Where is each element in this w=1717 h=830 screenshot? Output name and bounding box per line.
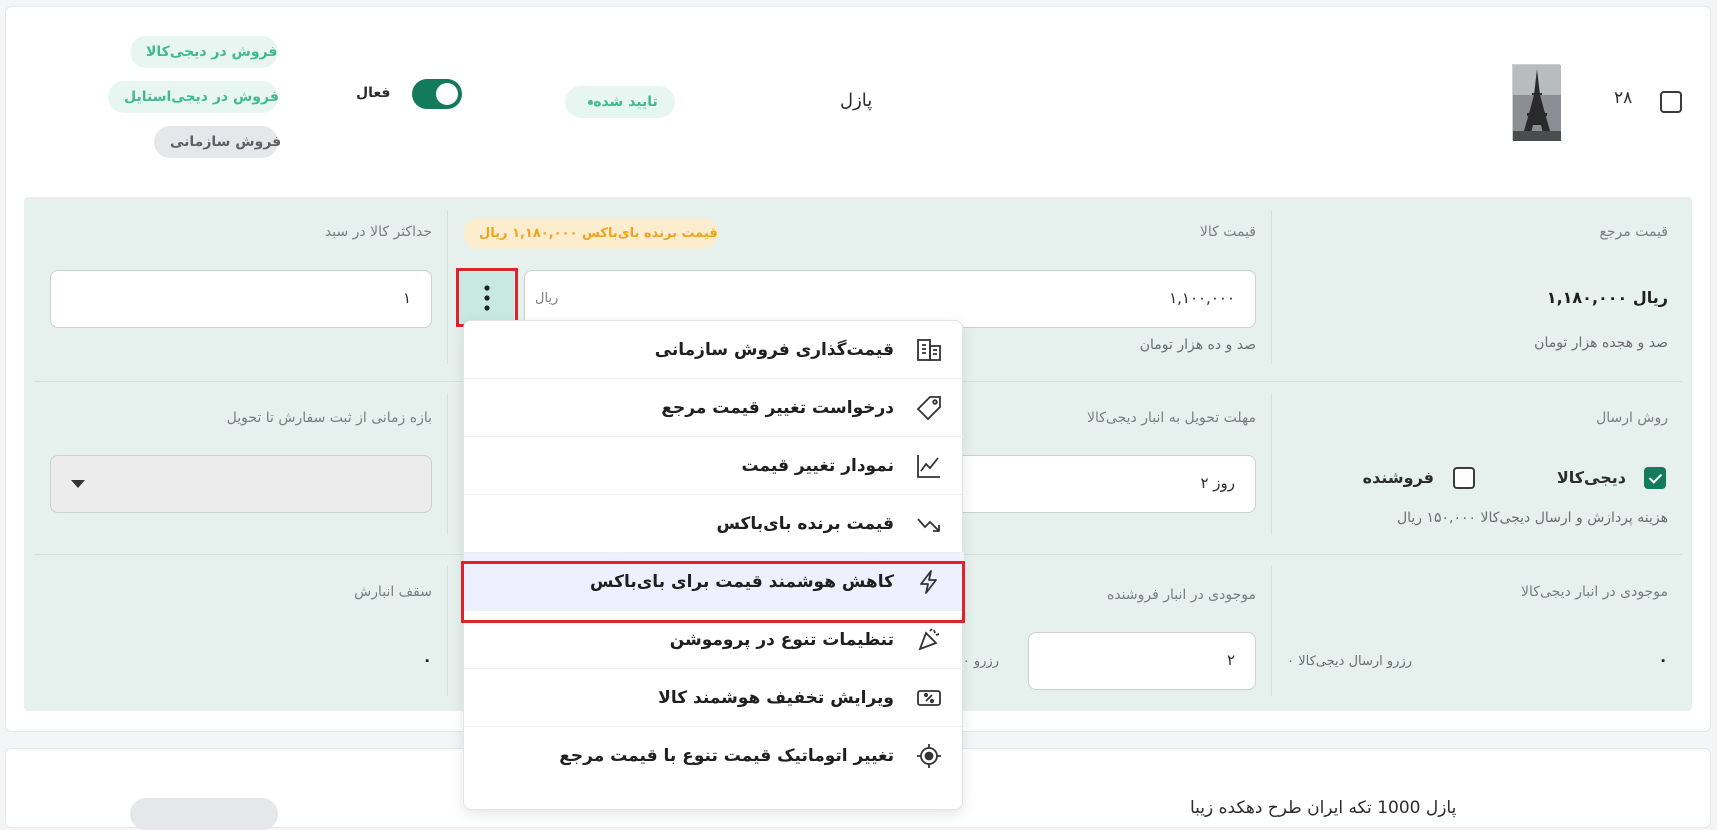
shipping-digikala-checkbox[interactable] <box>1644 467 1666 489</box>
target-icon <box>917 744 941 768</box>
row-index: ۲۸ <box>1614 88 1633 108</box>
shipping-seller-checkbox[interactable] <box>1453 467 1475 489</box>
divider <box>1271 210 1272 364</box>
price-unit: ریال <box>535 291 559 306</box>
delivery-window-label: بازه زمانی از ثبت سفارش تا تحویل <box>226 410 432 426</box>
status-badge: تایید شده <box>565 86 675 118</box>
active-label: فعال <box>356 85 391 101</box>
building-icon <box>917 339 941 361</box>
menu-item-label: قیمت‌گذاری فروش سازمانی <box>654 340 894 360</box>
caret-down-icon <box>71 480 85 488</box>
ref-price-words: صد و هجده هزار تومان <box>1534 335 1668 351</box>
max-cart-label: حداکثر کالا در سبد <box>324 224 432 240</box>
menu-item-label: تغییر اتوماتیک قیمت تنوع با قیمت مرجع <box>559 746 894 766</box>
max-cart-input[interactable]: ۱ <box>50 270 432 328</box>
seller-stock-input[interactable]: ۲ <box>1028 632 1256 690</box>
channel-organizational-badge[interactable]: فروش سازمانی <box>154 126 281 158</box>
seller-stock-value: ۲ <box>1226 651 1235 669</box>
product-thumbnail[interactable] <box>1512 64 1561 141</box>
ref-price-value: ۱,۱۸۰,۰۰۰ ریال <box>1546 288 1668 307</box>
highlight-box <box>461 561 965 623</box>
storage-cap-label: سقف انبارش <box>354 584 432 600</box>
menu-item-organizational-pricing[interactable]: قیمت‌گذاری فروش سازمانی <box>464 321 964 379</box>
menu-item-label: نمودار تغییر قیمت <box>741 456 894 476</box>
buybox-winner-badge: قیمت برنده بای‌باکس ۱,۱۸۰,۰۰۰ ریال <box>463 218 718 249</box>
highlight-box <box>456 268 518 327</box>
eiffel-tower-image <box>1513 65 1561 141</box>
dk-reserve: ۰ رزرو ارسال دیجی‌کالا <box>1287 654 1412 669</box>
price-input-value: ۱,۱۰۰,۰۰۰ <box>1169 289 1235 307</box>
divider <box>447 566 448 696</box>
storage-cap-value: ۰ <box>422 650 432 669</box>
menu-item-label: قیمت برنده بای‌باکس <box>716 514 894 534</box>
discount-ticket-icon <box>917 690 941 706</box>
divider <box>447 210 448 364</box>
delivery-window-select[interactable] <box>50 455 432 513</box>
menu-item-buybox-price[interactable]: قیمت برنده بای‌باکس <box>464 495 964 553</box>
dk-stock-label: موجودی در انبار دیجی‌کالا <box>1521 584 1668 600</box>
menu-item-label: درخواست تغییر قیمت مرجع <box>661 398 894 418</box>
line-chart-icon <box>917 455 940 478</box>
ref-price-label: قیمت مرجع <box>1599 224 1668 240</box>
active-toggle[interactable] <box>412 79 462 109</box>
status-text: تایید شده <box>593 94 658 110</box>
channel-digistyle-badge[interactable]: فروش در دیجی‌استایل <box>108 81 279 113</box>
shipping-method-label: روش ارسال <box>1596 410 1668 426</box>
menu-item-price-chart[interactable]: نمودار تغییر قیمت <box>464 437 964 495</box>
shipping-digikala-label: دیجی‌کالا <box>1556 468 1626 487</box>
seller-stock-label: موجودی در انبار فروشنده <box>1106 587 1256 603</box>
divider <box>447 393 448 535</box>
menu-item-ref-price-change[interactable]: درخواست تغییر قیمت مرجع <box>464 379 964 437</box>
price-label: قیمت کالا <box>1199 224 1256 240</box>
menu-item-auto-price-change[interactable]: تغییر اتوماتیک قیمت تنوع با قیمت مرجع <box>464 727 964 785</box>
divider <box>1271 566 1272 696</box>
menu-item-smart-discount-edit[interactable]: ویرایش تخفیف هوشمند کالا <box>464 669 964 727</box>
next-product-badge <box>130 798 278 830</box>
menu-item-label: ویرایش تخفیف هوشمند کالا <box>658 688 894 708</box>
tag-icon <box>916 396 941 421</box>
shipping-seller-label: فروشنده <box>1362 468 1434 487</box>
trend-down-icon <box>917 518 940 532</box>
shipping-fee-note: هزینه پردازش و ارسال دیجی‌کالا ۱۵۰,۰۰۰ ر… <box>1396 510 1668 526</box>
promotion-icon <box>918 628 940 651</box>
lead-time-label: مهلت تحویل به انبار دیجی‌کالا <box>1087 410 1256 426</box>
price-words: صد و ده هزار تومان <box>1139 337 1256 353</box>
dk-stock-value: ۰ <box>1658 650 1668 669</box>
product-title: پازل <box>840 90 873 111</box>
lead-time-value: ۲ روز <box>1200 474 1235 492</box>
row-select-checkbox[interactable] <box>1660 91 1682 113</box>
lead-time-input[interactable]: ۲ روز <box>936 455 1256 513</box>
divider <box>1271 393 1272 535</box>
next-product-title: پازل 1000 تکه ایران طرح دهکده زیبا <box>1190 798 1457 818</box>
seller-reserve: ۰ رزرو <box>962 654 999 669</box>
channel-digikala-badge[interactable]: فروش در دیجی‌کالا <box>130 36 278 68</box>
max-cart-value: ۱ <box>402 289 411 307</box>
